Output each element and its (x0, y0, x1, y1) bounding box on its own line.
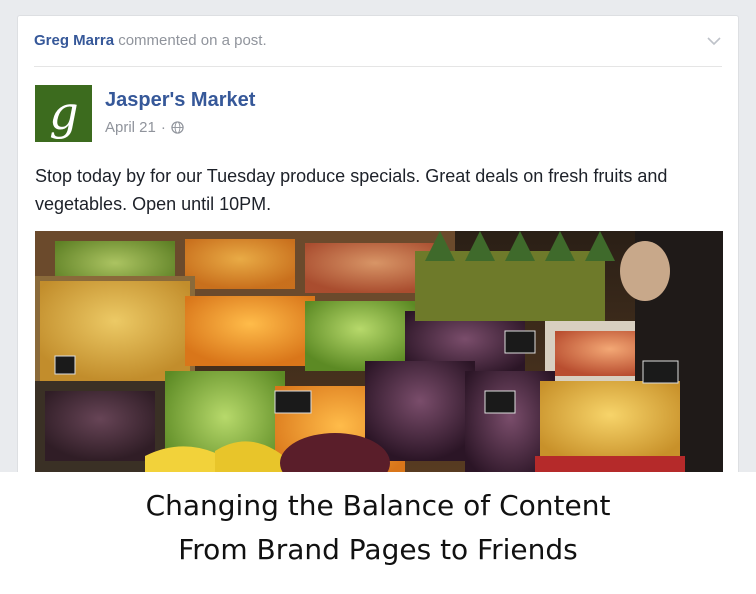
post-message: Stop today by for our Tuesday produce sp… (35, 166, 668, 214)
produce-market-photo (35, 231, 723, 472)
logo-letter: g (49, 86, 78, 140)
post-meta: April 21 · (105, 119, 184, 136)
caption-line-1: Changing the Balance of Content (145, 489, 611, 522)
slide-caption: Changing the Balance of Content From Bra… (0, 472, 756, 594)
chevron-down-icon[interactable] (704, 31, 724, 51)
meta-separator: · (160, 119, 166, 136)
page-logo[interactable]: g (35, 85, 92, 142)
page-name-link[interactable]: Jasper's Market (105, 89, 255, 112)
header-divider (34, 66, 722, 67)
post-photo[interactable] (35, 231, 723, 472)
news-feed-story: Greg Marra commented on a post. g Jasper… (17, 15, 739, 472)
caption-line-2: From Brand Pages to Friends (178, 533, 578, 566)
globe-icon[interactable] (171, 121, 184, 134)
post-date-link[interactable]: April 21 (105, 119, 156, 136)
story-action-text: commented on a post. (118, 32, 267, 49)
facebook-feed-screen: Greg Marra commented on a post. g Jasper… (0, 0, 756, 472)
actor-name-link[interactable]: Greg Marra (34, 32, 114, 49)
story-header: Greg Marra commented on a post. (34, 32, 267, 49)
